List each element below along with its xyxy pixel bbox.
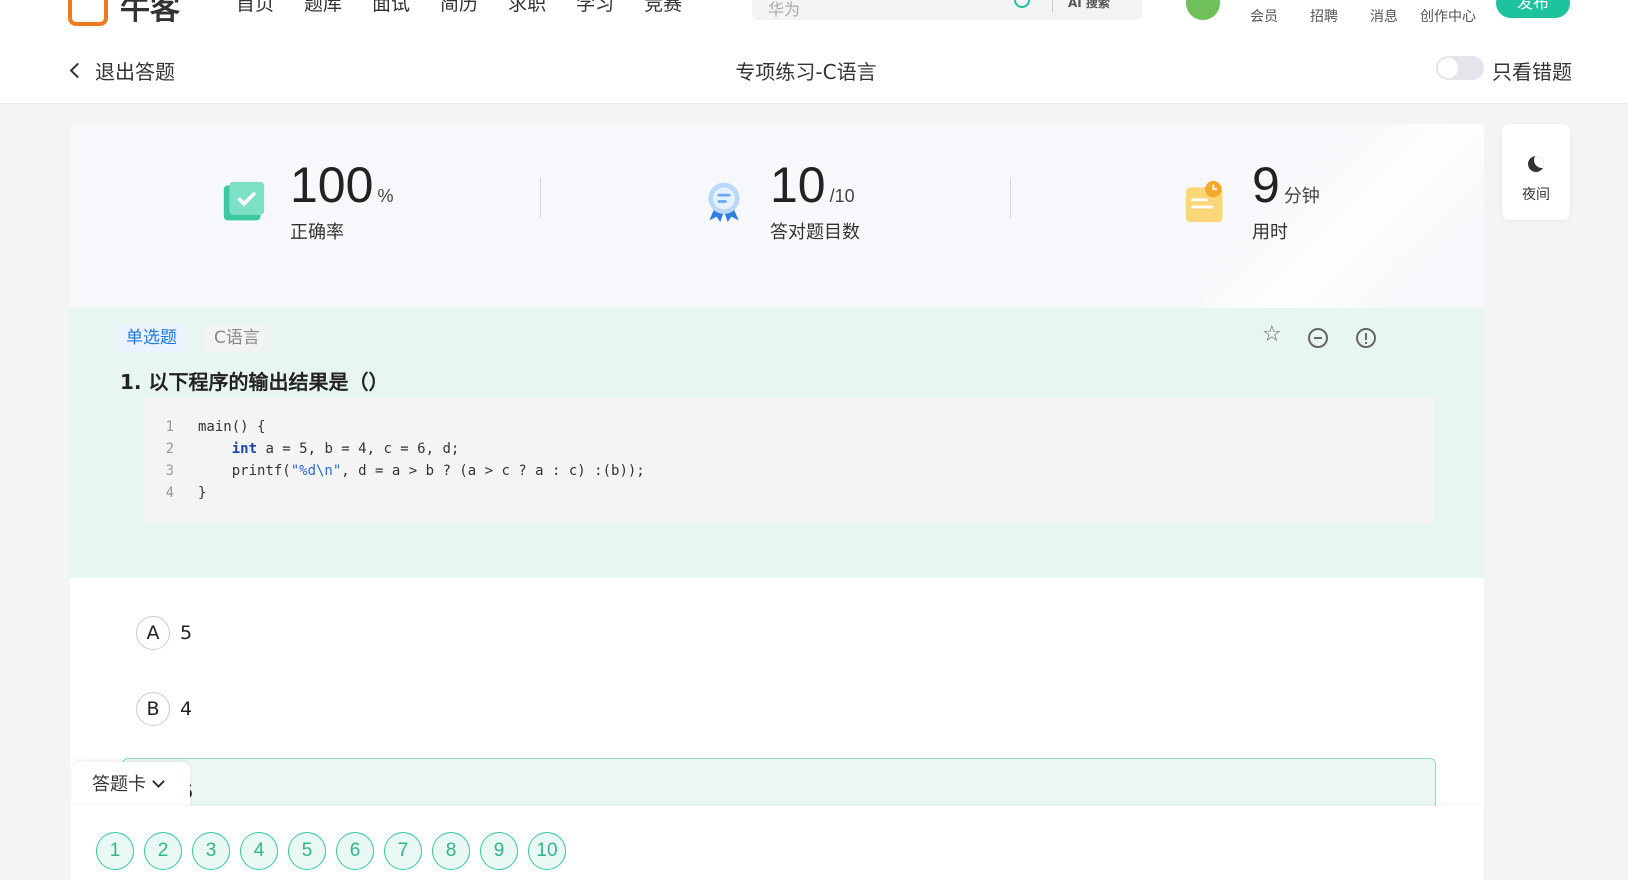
- publish-button[interactable]: 发布: [1496, 0, 1570, 18]
- code-keyword: int: [231, 441, 258, 457]
- code-line: 1 main() {: [144, 416, 266, 438]
- page-title: 专项练习-C语言: [735, 60, 877, 84]
- night-mode-button[interactable]: 夜间: [1502, 124, 1570, 220]
- recruit-link[interactable]: 招聘: [1310, 6, 1338, 26]
- code-line: 2 int a = 5, b = 4, c = 6, d;: [144, 438, 460, 460]
- question-nav-10[interactable]: 10: [528, 832, 566, 870]
- decorative-stripe: [1204, 124, 1484, 308]
- avatar[interactable]: [1186, 0, 1220, 20]
- search-placeholder: 华为: [768, 0, 801, 19]
- divider: [540, 178, 541, 218]
- nav-links: 首页 题库 面试 简历 求职 学习 竞赛: [236, 0, 682, 16]
- accuracy-unit: %: [377, 186, 394, 206]
- accuracy-icon: [223, 181, 265, 221]
- code-text: main() {: [198, 419, 266, 435]
- badge-icon: [708, 182, 740, 223]
- minus-circle-icon[interactable]: [1308, 328, 1328, 348]
- answer-card-toggle[interactable]: 答题卡: [72, 762, 190, 808]
- option-letter: B: [136, 692, 170, 726]
- question-area: 单选题 C语言 ☆ 1. 以下程序的输出结果是（） 1 main() { 2 in…: [70, 308, 1484, 578]
- night-mode-label: 夜间: [1522, 187, 1550, 203]
- answer-card-numbers: 1 2 3 4 5 6 7 8 9 10: [96, 832, 566, 870]
- time-unit: 分钟: [1283, 186, 1320, 206]
- line-number: 4: [165, 485, 174, 501]
- nav-link-home[interactable]: 首页: [236, 0, 274, 16]
- divider: [1010, 178, 1011, 218]
- creator-center-link[interactable]: 创作中心: [1420, 6, 1476, 26]
- subject-tag: C语言: [204, 324, 270, 352]
- question-nav-9[interactable]: 9: [480, 832, 518, 870]
- top-navigation: 牛客 首页 题库 面试 简历 求职 学习 竞赛 华为 AI 搜索 会员 招聘 消…: [0, 0, 1628, 34]
- correct-count-total: /10: [829, 186, 855, 206]
- answer-card-label: 答题卡: [92, 774, 146, 795]
- question-nav-8[interactable]: 8: [432, 832, 470, 870]
- timer-icon: [1185, 180, 1223, 223]
- nav-link-jobs[interactable]: 求职: [508, 0, 546, 16]
- correct-count-value: 10: [770, 157, 826, 213]
- option-text: 5: [180, 622, 193, 644]
- nav-link-interview[interactable]: 面试: [372, 0, 410, 16]
- code-text: }: [198, 485, 207, 501]
- favorite-star-icon[interactable]: ☆: [1262, 324, 1282, 346]
- question-nav-5[interactable]: 5: [288, 832, 326, 870]
- messages-link[interactable]: 消息: [1370, 6, 1398, 26]
- code-line: 4}: [144, 482, 207, 504]
- chevron-down-icon: [152, 775, 165, 788]
- option-text: 4: [180, 698, 193, 720]
- correct-count-label: 答对题目数: [770, 222, 860, 243]
- nav-link-resume[interactable]: 简历: [440, 0, 478, 16]
- ai-search-button[interactable]: AI 搜索: [1068, 0, 1110, 11]
- search-input[interactable]: 华为 AI 搜索: [752, 0, 1142, 20]
- code-text: a = 5, b = 4, c = 6, d;: [257, 441, 460, 457]
- site-logo[interactable]: 牛客: [68, 0, 180, 28]
- member-link[interactable]: 会员: [1250, 6, 1278, 26]
- practice-header: 退出答题 专项练习-C语言 只看错题: [0, 34, 1628, 104]
- report-icon[interactable]: [1356, 328, 1376, 348]
- option-a[interactable]: A 5: [136, 616, 192, 650]
- practice-card: 100% 正确率 10/10 答对题目数 9 分钟 用时 单选题 C语言 ☆ 1…: [70, 124, 1484, 880]
- result-stats: 100% 正确率 10/10 答对题目数 9 分钟 用时: [70, 124, 1484, 308]
- nav-link-contest[interactable]: 竞赛: [644, 0, 682, 16]
- time-label: 用时: [1252, 222, 1288, 243]
- question-title: 1. 以下程序的输出结果是（）: [120, 370, 389, 394]
- search-icon[interactable]: [1014, 0, 1030, 8]
- answer-card-panel: 1 2 3 4 5 6 7 8 9 10: [72, 806, 1484, 880]
- nav-link-questions[interactable]: 题库: [304, 0, 342, 16]
- logo-text: 牛客: [120, 0, 180, 27]
- question-type-tag: 单选题: [118, 324, 185, 352]
- question-nav-2[interactable]: 2: [144, 832, 182, 870]
- option-b[interactable]: B 4: [136, 692, 192, 726]
- code-string: "%d\n": [290, 463, 342, 479]
- line-number: 1: [165, 419, 174, 435]
- toggle-knob: [1438, 58, 1458, 78]
- code-text: , d = a > b ? (a > c ? a : c) :(b));: [341, 463, 645, 479]
- option-letter: A: [136, 616, 170, 650]
- line-number: 2: [165, 441, 174, 457]
- nav-link-learn[interactable]: 学习: [576, 0, 614, 16]
- logo-icon: [68, 0, 108, 26]
- search-divider: [1052, 0, 1053, 12]
- time-value: 9: [1252, 157, 1280, 213]
- code-text: printf(: [198, 463, 291, 479]
- wrong-only-label[interactable]: 只看错题: [1492, 56, 1572, 85]
- question-nav-7[interactable]: 7: [384, 832, 422, 870]
- question-nav-4[interactable]: 4: [240, 832, 278, 870]
- question-nav-1[interactable]: 1: [96, 832, 134, 870]
- line-number: 3: [165, 463, 174, 479]
- accuracy-label: 正确率: [290, 222, 344, 243]
- accuracy-value: 100: [290, 157, 374, 213]
- code-block: 1 main() { 2 int a = 5, b = 4, c = 6, d; …: [144, 398, 1434, 524]
- moon-icon: [1528, 156, 1544, 172]
- code-line: 3 printf("%d\n", d = a > b ? (a > c ? a …: [144, 460, 645, 482]
- question-nav-3[interactable]: 3: [192, 832, 230, 870]
- question-nav-6[interactable]: 6: [336, 832, 374, 870]
- wrong-only-toggle[interactable]: [1436, 56, 1484, 80]
